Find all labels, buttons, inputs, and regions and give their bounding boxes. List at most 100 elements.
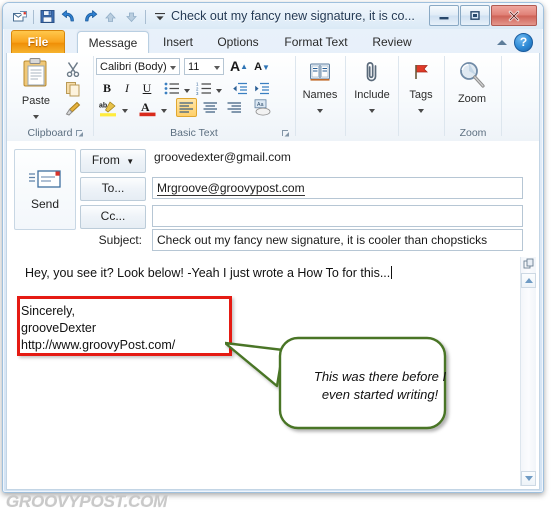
font-size-dropdown-icon[interactable]: [214, 66, 220, 70]
basic-text-group-label: Basic Text: [170, 127, 218, 139]
from-value: groovedexter@gmail.com: [154, 150, 291, 164]
collapse-ribbon-icon[interactable]: [497, 40, 507, 45]
magnifier-icon: [455, 59, 489, 91]
basic-text-dialog-launcher[interactable]: [281, 129, 290, 138]
increase-indent-button[interactable]: [252, 79, 272, 97]
group-divider-6: [501, 56, 502, 136]
signature-highlight-box: [17, 296, 232, 356]
names-dropdown-icon[interactable]: [317, 109, 323, 113]
customize-qat-icon[interactable]: [150, 7, 169, 26]
attachment-options-icon[interactable]: [522, 258, 535, 270]
font-color-button[interactable]: A: [136, 99, 158, 117]
help-icon[interactable]: ?: [514, 33, 533, 52]
ribbon-group-names: Names .: [296, 53, 345, 141]
include-button[interactable]: Include: [350, 57, 394, 118]
quick-access-toolbar: [10, 7, 169, 26]
body-scrollbar[interactable]: [520, 257, 536, 486]
watermark: GROOVYPOST.COM: [6, 492, 168, 511]
tab-file[interactable]: File: [11, 30, 65, 55]
title-bar: Check out my fancy new signature, it is …: [3, 3, 541, 29]
ribbon-group-tags: Tags: [399, 53, 444, 141]
maximize-button[interactable]: [460, 5, 490, 26]
minimize-button[interactable]: [429, 5, 459, 26]
font-size-input[interactable]: 11: [184, 58, 224, 75]
font-size-value: 11: [188, 61, 200, 73]
redo-icon[interactable]: [80, 7, 99, 26]
font-name-value: Calibri (Body): [100, 61, 167, 73]
grow-font-label: A: [229, 58, 241, 74]
copy-icon: [66, 81, 80, 96]
text-caret: [391, 266, 393, 279]
subject-label: Subject:: [98, 233, 142, 247]
highlight-button[interactable]: ab: [97, 99, 119, 117]
message-body-text: Hey, you see it? Look below! -Yeah I jus…: [25, 266, 393, 280]
svg-text:3: 3: [196, 90, 199, 94]
paste-button[interactable]: Paste: [13, 57, 59, 119]
clear-formatting-button[interactable]: A a: [252, 98, 274, 116]
undo-icon[interactable]: [59, 7, 78, 26]
copy-button[interactable]: [63, 79, 83, 98]
align-center-button[interactable]: [200, 98, 221, 117]
clipboard-dialog-launcher[interactable]: [75, 129, 84, 138]
format-painter-button[interactable]: [63, 99, 83, 118]
svg-text:A: A: [141, 100, 150, 114]
paintbrush-icon: [65, 101, 81, 116]
tab-message[interactable]: Message: [77, 31, 149, 55]
cc-button[interactable]: Cc...: [80, 205, 146, 229]
mail-icon[interactable]: [10, 7, 29, 26]
cut-button[interactable]: [63, 59, 83, 78]
scroll-down-button[interactable]: [521, 471, 536, 486]
shrink-font-label: A: [254, 61, 263, 73]
save-icon[interactable]: [38, 7, 57, 26]
grow-font-button[interactable]: A ▲: [229, 57, 249, 75]
subject-input[interactable]: Check out my fancy new signature, it is …: [152, 229, 523, 251]
tab-options[interactable]: Options: [207, 31, 269, 53]
window-title: Check out my fancy new signature, it is …: [171, 9, 415, 23]
include-dropdown-icon[interactable]: [369, 109, 375, 113]
to-input[interactable]: Mrgroove@groovypost.com: [152, 177, 523, 199]
paste-dropdown-icon[interactable]: [33, 115, 39, 119]
annotation-callout-text: This was there before I even started wri…: [313, 369, 447, 402]
compose-header-pane: Send From ▼ groovedexter@gmail.com To...…: [6, 141, 540, 255]
from-button[interactable]: From ▼: [80, 149, 146, 173]
envelope-send-icon: [15, 168, 75, 195]
underline-button[interactable]: U: [138, 79, 156, 97]
align-right-button[interactable]: [224, 98, 245, 117]
numbering-button[interactable]: 1 2 3: [194, 79, 214, 97]
font-name-dropdown-icon[interactable]: [170, 66, 176, 70]
tab-insert[interactable]: Insert: [153, 31, 203, 53]
window-controls: [429, 5, 537, 26]
shrink-font-button[interactable]: A ▼: [252, 58, 272, 76]
close-button[interactable]: [491, 5, 537, 26]
align-left-button[interactable]: [176, 98, 197, 117]
qat-separator-2: [145, 9, 146, 24]
highlight-dropdown-icon[interactable]: [120, 102, 129, 120]
subject-value: Check out my fancy new signature, it is …: [157, 233, 488, 247]
font-name-input[interactable]: Calibri (Body): [96, 58, 180, 75]
ribbon-tab-strip: File Message Insert Options Format Text …: [3, 29, 541, 55]
tags-button[interactable]: Tags: [399, 57, 443, 118]
bullets-button[interactable]: [162, 79, 182, 97]
tags-dropdown-icon[interactable]: [418, 109, 424, 113]
svg-text:ab: ab: [99, 102, 107, 109]
ribbon-help-area: ?: [497, 33, 533, 52]
zoom-label: Zoom: [457, 93, 487, 105]
svg-text:a: a: [260, 101, 263, 107]
bold-button[interactable]: B: [98, 79, 116, 97]
cc-input[interactable]: [152, 205, 523, 227]
tab-review[interactable]: Review: [363, 31, 421, 53]
ribbon-group-basic-text: Calibri (Body) 11 A ▲ A ▼ B I U 1 2 3 ab…: [94, 53, 294, 141]
decrease-indent-button[interactable]: [230, 79, 250, 97]
send-button[interactable]: Send: [14, 149, 76, 230]
names-button[interactable]: Names: [298, 57, 342, 118]
qat-separator: [33, 9, 34, 24]
paperclip-icon: [357, 57, 387, 87]
address-book-icon: [305, 57, 335, 87]
italic-button[interactable]: I: [118, 79, 136, 97]
to-button[interactable]: To...: [80, 177, 146, 201]
tab-format-text[interactable]: Format Text: [275, 31, 357, 53]
scroll-up-button[interactable]: [521, 273, 536, 288]
zoom-button[interactable]: Zoom: [450, 59, 494, 105]
screenshot-root: Check out my fancy new signature, it is …: [0, 0, 556, 520]
font-color-dropdown-icon[interactable]: [159, 102, 168, 120]
